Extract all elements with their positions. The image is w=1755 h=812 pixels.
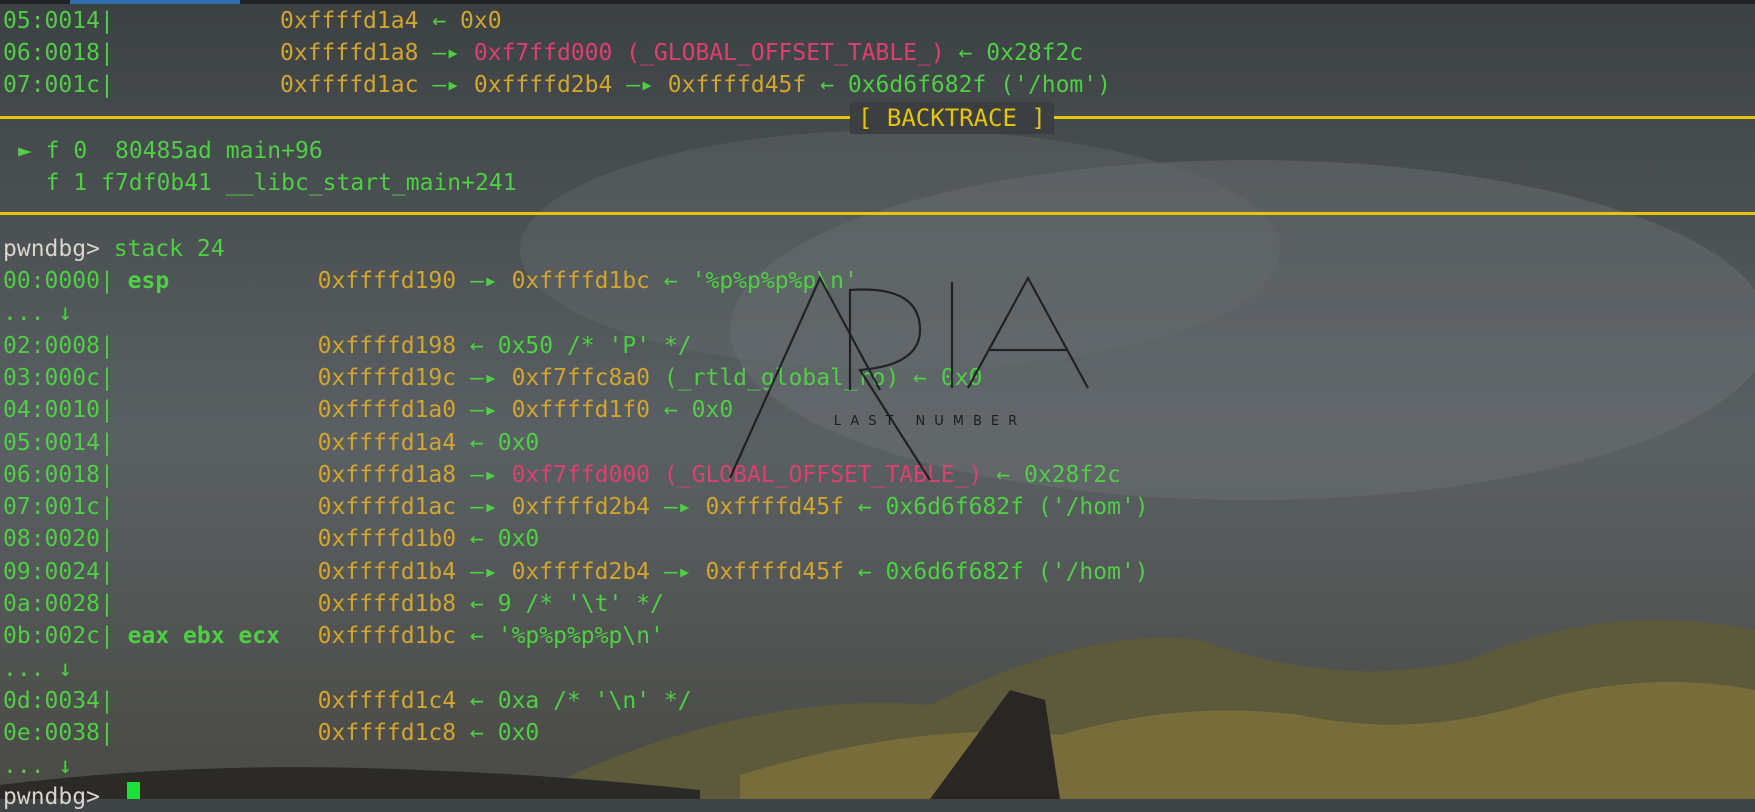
backtrace-frame: f 1 f7df0b41 __libc_start_main+241 — [45, 170, 517, 196]
tab-bar — [0, 0, 1755, 4]
stack-row: 09:0024| 0xffffd1b4 —▸ 0xffffd2b4 —▸ 0xf… — [3, 558, 1149, 585]
section-rule — [0, 212, 1755, 215]
telescope-row: 07:001c| 0xffffd1ac —▸ 0xffffd2b4 —▸ 0xf… — [3, 72, 1111, 98]
stack-skip-row: ... ↓ — [3, 655, 73, 682]
stack-row: 02:0008| 0xffffd198 ← 0x50 /* 'P' */ — [3, 332, 692, 359]
prompt: pwndbg> — [3, 236, 100, 262]
stack-row: 0a:0028| 0xffffd1b8 ← 9 /* '\t' */ — [3, 591, 664, 617]
telescope-row: 05:0014| 0xffffd1a4 ← 0x0 — [3, 8, 502, 34]
backtrace-header: [ BACKTRACE ] — [850, 102, 1054, 134]
stack-row: 0d:0034| 0xffffd1c4 ← 0xa /* '\n' */ — [3, 687, 692, 714]
backtrace-frame: ► f 0 80485ad main+96 — [18, 138, 323, 164]
command-line[interactable]: pwndbg> stack 24 — [3, 234, 225, 264]
watermark-subtitle: LAST NUMBER — [834, 414, 1026, 429]
stack-skip-row: ... ↓ — [3, 300, 73, 327]
stack-row: 0e:0038| 0xffffd1c8 ← 0x0 — [3, 720, 540, 747]
final-prompt[interactable]: pwndbg> — [3, 782, 100, 812]
stack-row: 08:0020| 0xffffd1b0 ← 0x0 — [3, 526, 540, 553]
aria-watermark-logo: LAST NUMBER — [728, 275, 1089, 481]
stack-row: 04:0010| 0xffffd1a0 —▸ 0xffffd1f0 ← 0x0 — [3, 397, 734, 424]
stack-row: 05:0014| 0xffffd1a4 ← 0x0 — [3, 429, 540, 456]
telescope-row: 06:0018| 0xffffd1a8 —▸ 0xf7ffd000 (_GLOB… — [3, 40, 1084, 66]
stack-row: 0b:002c| eax ebx ecx 0xffffd1bc ← '%p%p%p… — [3, 623, 664, 650]
stack-skip-row: ... ↓ — [3, 752, 73, 779]
active-tab-indicator[interactable] — [70, 0, 240, 4]
terminal-cursor — [127, 782, 140, 799]
command-text: stack 24 — [113, 236, 225, 262]
stack-row: 07:001c| 0xffffd1ac —▸ 0xffffd2b4 —▸ 0xf… — [3, 494, 1149, 521]
